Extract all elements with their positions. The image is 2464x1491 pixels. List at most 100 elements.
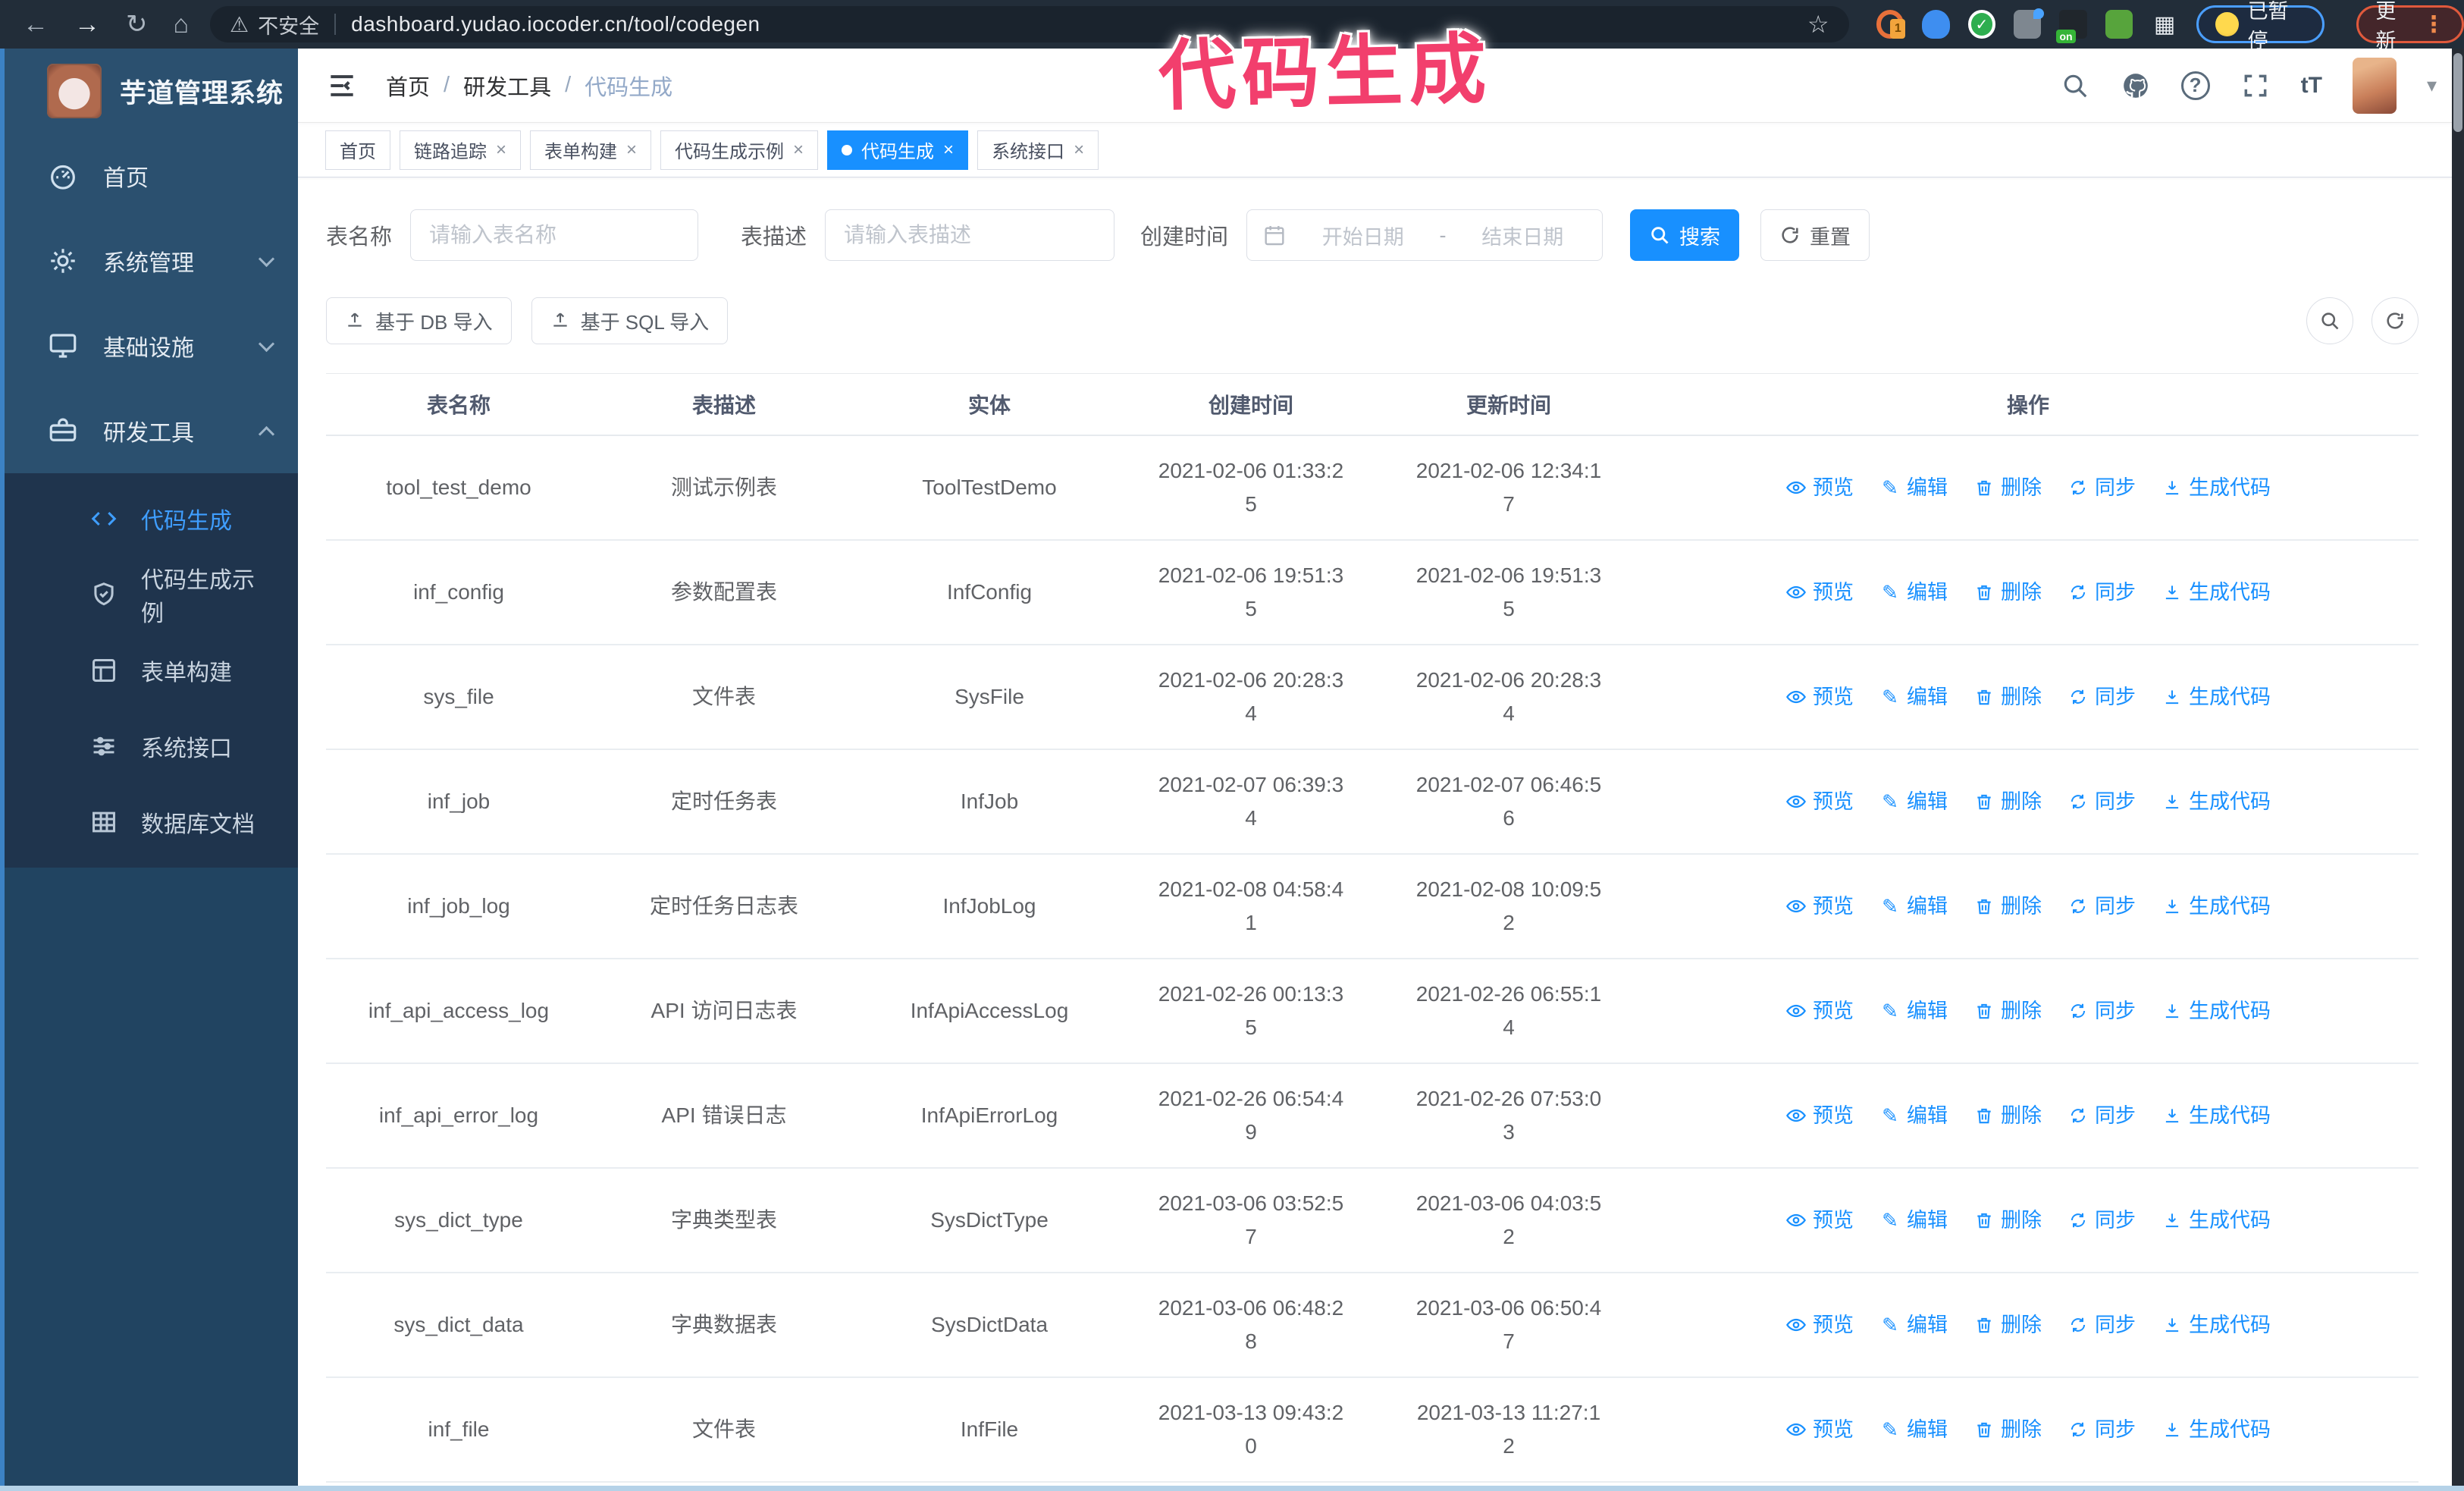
close-icon[interactable]: × — [496, 140, 506, 161]
preview-link[interactable]: 预览 — [1785, 994, 1854, 1028]
avatar-caret-icon[interactable]: ▾ — [2427, 74, 2437, 97]
close-icon[interactable]: × — [793, 140, 804, 161]
edit-link[interactable]: ✎ 编辑 — [1879, 680, 1948, 714]
toggle-search-button[interactable] — [2306, 297, 2353, 344]
sidebar-collapse-icon[interactable] — [325, 69, 359, 102]
generate-code-link[interactable]: 生成代码 — [2161, 576, 2271, 609]
edit-link[interactable]: ✎ 编辑 — [1879, 1308, 1948, 1342]
generate-code-link[interactable]: 生成代码 — [2161, 471, 2271, 504]
import-sql-button[interactable]: 基于 SQL 导入 — [531, 297, 729, 344]
extension-check-icon[interactable]: ✓ — [1967, 10, 1996, 39]
sidebar-item-system[interactable]: 系统管理 — [0, 218, 298, 303]
address-bar[interactable]: ⚠ 不安全 dashboard.yudao.iocoder.cn/tool/co… — [210, 6, 1849, 42]
preview-link[interactable]: 预览 — [1785, 785, 1854, 818]
forward-icon[interactable]: → — [74, 11, 100, 37]
menu-dots-icon[interactable]: ⋮ — [2422, 11, 2445, 38]
search-icon[interactable] — [2060, 71, 2090, 101]
sidebar-item-infrastructure[interactable]: 基础设施 — [0, 303, 298, 388]
sidebar-item-db-doc[interactable]: 数据库文档 — [0, 784, 298, 860]
sidebar-item-codegen-example[interactable]: 代码生成示例 — [0, 557, 298, 632]
sidebar-item-dev-tools[interactable]: 研发工具 — [0, 388, 298, 473]
sync-link[interactable]: 同步 — [2067, 1308, 2136, 1342]
delete-link[interactable]: 删除 — [1973, 994, 2042, 1028]
delete-link[interactable]: 删除 — [1973, 576, 2042, 609]
generate-code-link[interactable]: 生成代码 — [2161, 785, 2271, 818]
generate-code-link[interactable]: 生成代码 — [2161, 1204, 2271, 1237]
edit-link[interactable]: ✎ 编辑 — [1879, 890, 1948, 923]
sidebar-item-home[interactable]: 首页 — [0, 133, 298, 218]
date-range-picker[interactable]: 开始日期 - 结束日期 — [1246, 209, 1603, 261]
edit-link[interactable]: ✎ 编辑 — [1879, 1413, 1948, 1446]
bookmark-star-icon[interactable]: ☆ — [1807, 10, 1829, 39]
preview-link[interactable]: 预览 — [1785, 471, 1854, 504]
sync-link[interactable]: 同步 — [2067, 1099, 2136, 1132]
edit-link[interactable]: ✎ 编辑 — [1879, 994, 1948, 1028]
app-logo[interactable]: 芋道管理系统 — [0, 49, 298, 133]
breadcrumb-home[interactable]: 首页 — [386, 70, 430, 102]
preview-link[interactable]: 预览 — [1785, 1308, 1854, 1342]
close-icon[interactable]: × — [943, 140, 954, 161]
generate-code-link[interactable]: 生成代码 — [2161, 1308, 2271, 1342]
profile-paused-badge[interactable]: 已暂停 — [2196, 0, 2325, 52]
tag-codegen[interactable]: 代码生成 × — [827, 130, 969, 170]
extension-person-icon[interactable] — [2105, 10, 2133, 39]
extension-grey-icon[interactable] — [2014, 8, 2045, 39]
sync-link[interactable]: 同步 — [2067, 890, 2136, 923]
end-date-placeholder[interactable]: 结束日期 — [1459, 221, 1588, 250]
tag-tracing[interactable]: 链路追踪 × — [400, 130, 522, 170]
edit-link[interactable]: ✎ 编辑 — [1879, 1204, 1948, 1237]
reset-button[interactable]: 重置 — [1760, 209, 1870, 261]
preview-link[interactable]: 预览 — [1785, 890, 1854, 923]
reload-icon[interactable]: ↻ — [126, 11, 148, 37]
home-icon[interactable]: ⌂ — [174, 11, 190, 37]
tag-codegen-example[interactable]: 代码生成示例 × — [660, 130, 819, 170]
edit-link[interactable]: ✎ 编辑 — [1879, 785, 1948, 818]
edit-link[interactable]: ✎ 编辑 — [1879, 576, 1948, 609]
delete-link[interactable]: 删除 — [1973, 1413, 2042, 1446]
generate-code-link[interactable]: 生成代码 — [2161, 890, 2271, 923]
extension-ring-icon[interactable]: 1 — [1876, 10, 1906, 39]
extensions-puzzle-icon[interactable]: ▦ — [2151, 10, 2178, 39]
delete-link[interactable]: 删除 — [1973, 1308, 2042, 1342]
sync-link[interactable]: 同步 — [2067, 994, 2136, 1028]
font-size-icon[interactable]: tT — [2301, 73, 2322, 99]
preview-link[interactable]: 预览 — [1785, 576, 1854, 609]
browser-scrollbar[interactable] — [2452, 49, 2464, 1491]
sidebar-item-codegen[interactable]: 代码生成 — [0, 481, 298, 557]
preview-link[interactable]: 预览 — [1785, 680, 1854, 714]
fullscreen-icon[interactable] — [2240, 71, 2271, 101]
browser-update-button[interactable]: 更新 ⋮ — [2356, 0, 2464, 52]
breadcrumb-dev-tools[interactable]: 研发工具 — [463, 70, 551, 102]
help-icon[interactable]: ? — [2180, 71, 2210, 100]
close-icon[interactable]: × — [626, 140, 637, 161]
sidebar-item-system-api[interactable]: 系统接口 — [0, 708, 298, 784]
sync-link[interactable]: 同步 — [2067, 1413, 2136, 1446]
generate-code-link[interactable]: 生成代码 — [2161, 1413, 2271, 1446]
url-text[interactable]: dashboard.yudao.iocoder.cn/tool/codegen — [351, 12, 1795, 36]
sidebar-item-form-builder[interactable]: 表单构建 — [0, 632, 298, 708]
start-date-placeholder[interactable]: 开始日期 — [1299, 221, 1428, 250]
user-avatar[interactable] — [2352, 57, 2397, 114]
extension-bulb-icon[interactable] — [1922, 10, 1950, 39]
tag-home[interactable]: 首页 — [325, 130, 390, 170]
import-db-button[interactable]: 基于 DB 导入 — [326, 297, 512, 344]
generate-code-link[interactable]: 生成代码 — [2161, 680, 2271, 714]
delete-link[interactable]: 删除 — [1973, 680, 2042, 714]
back-icon[interactable]: ← — [23, 11, 49, 37]
github-icon[interactable] — [2121, 71, 2151, 101]
tag-form-builder[interactable]: 表单构建 × — [530, 130, 652, 170]
extension-dark-icon[interactable]: on — [2056, 10, 2087, 43]
delete-link[interactable]: 删除 — [1973, 471, 2042, 504]
generate-code-link[interactable]: 生成代码 — [2161, 1099, 2271, 1132]
delete-link[interactable]: 删除 — [1973, 785, 2042, 818]
table-name-input[interactable] — [410, 209, 699, 261]
delete-link[interactable]: 删除 — [1973, 1204, 2042, 1237]
table-desc-input[interactable] — [825, 209, 1115, 261]
preview-link[interactable]: 预览 — [1785, 1204, 1854, 1237]
search-button[interactable]: 搜索 — [1630, 209, 1740, 261]
sync-link[interactable]: 同步 — [2067, 576, 2136, 609]
tag-system-api[interactable]: 系统接口 × — [977, 130, 1099, 170]
delete-link[interactable]: 删除 — [1973, 1099, 2042, 1132]
close-icon[interactable]: × — [1074, 140, 1084, 161]
sync-link[interactable]: 同步 — [2067, 785, 2136, 818]
